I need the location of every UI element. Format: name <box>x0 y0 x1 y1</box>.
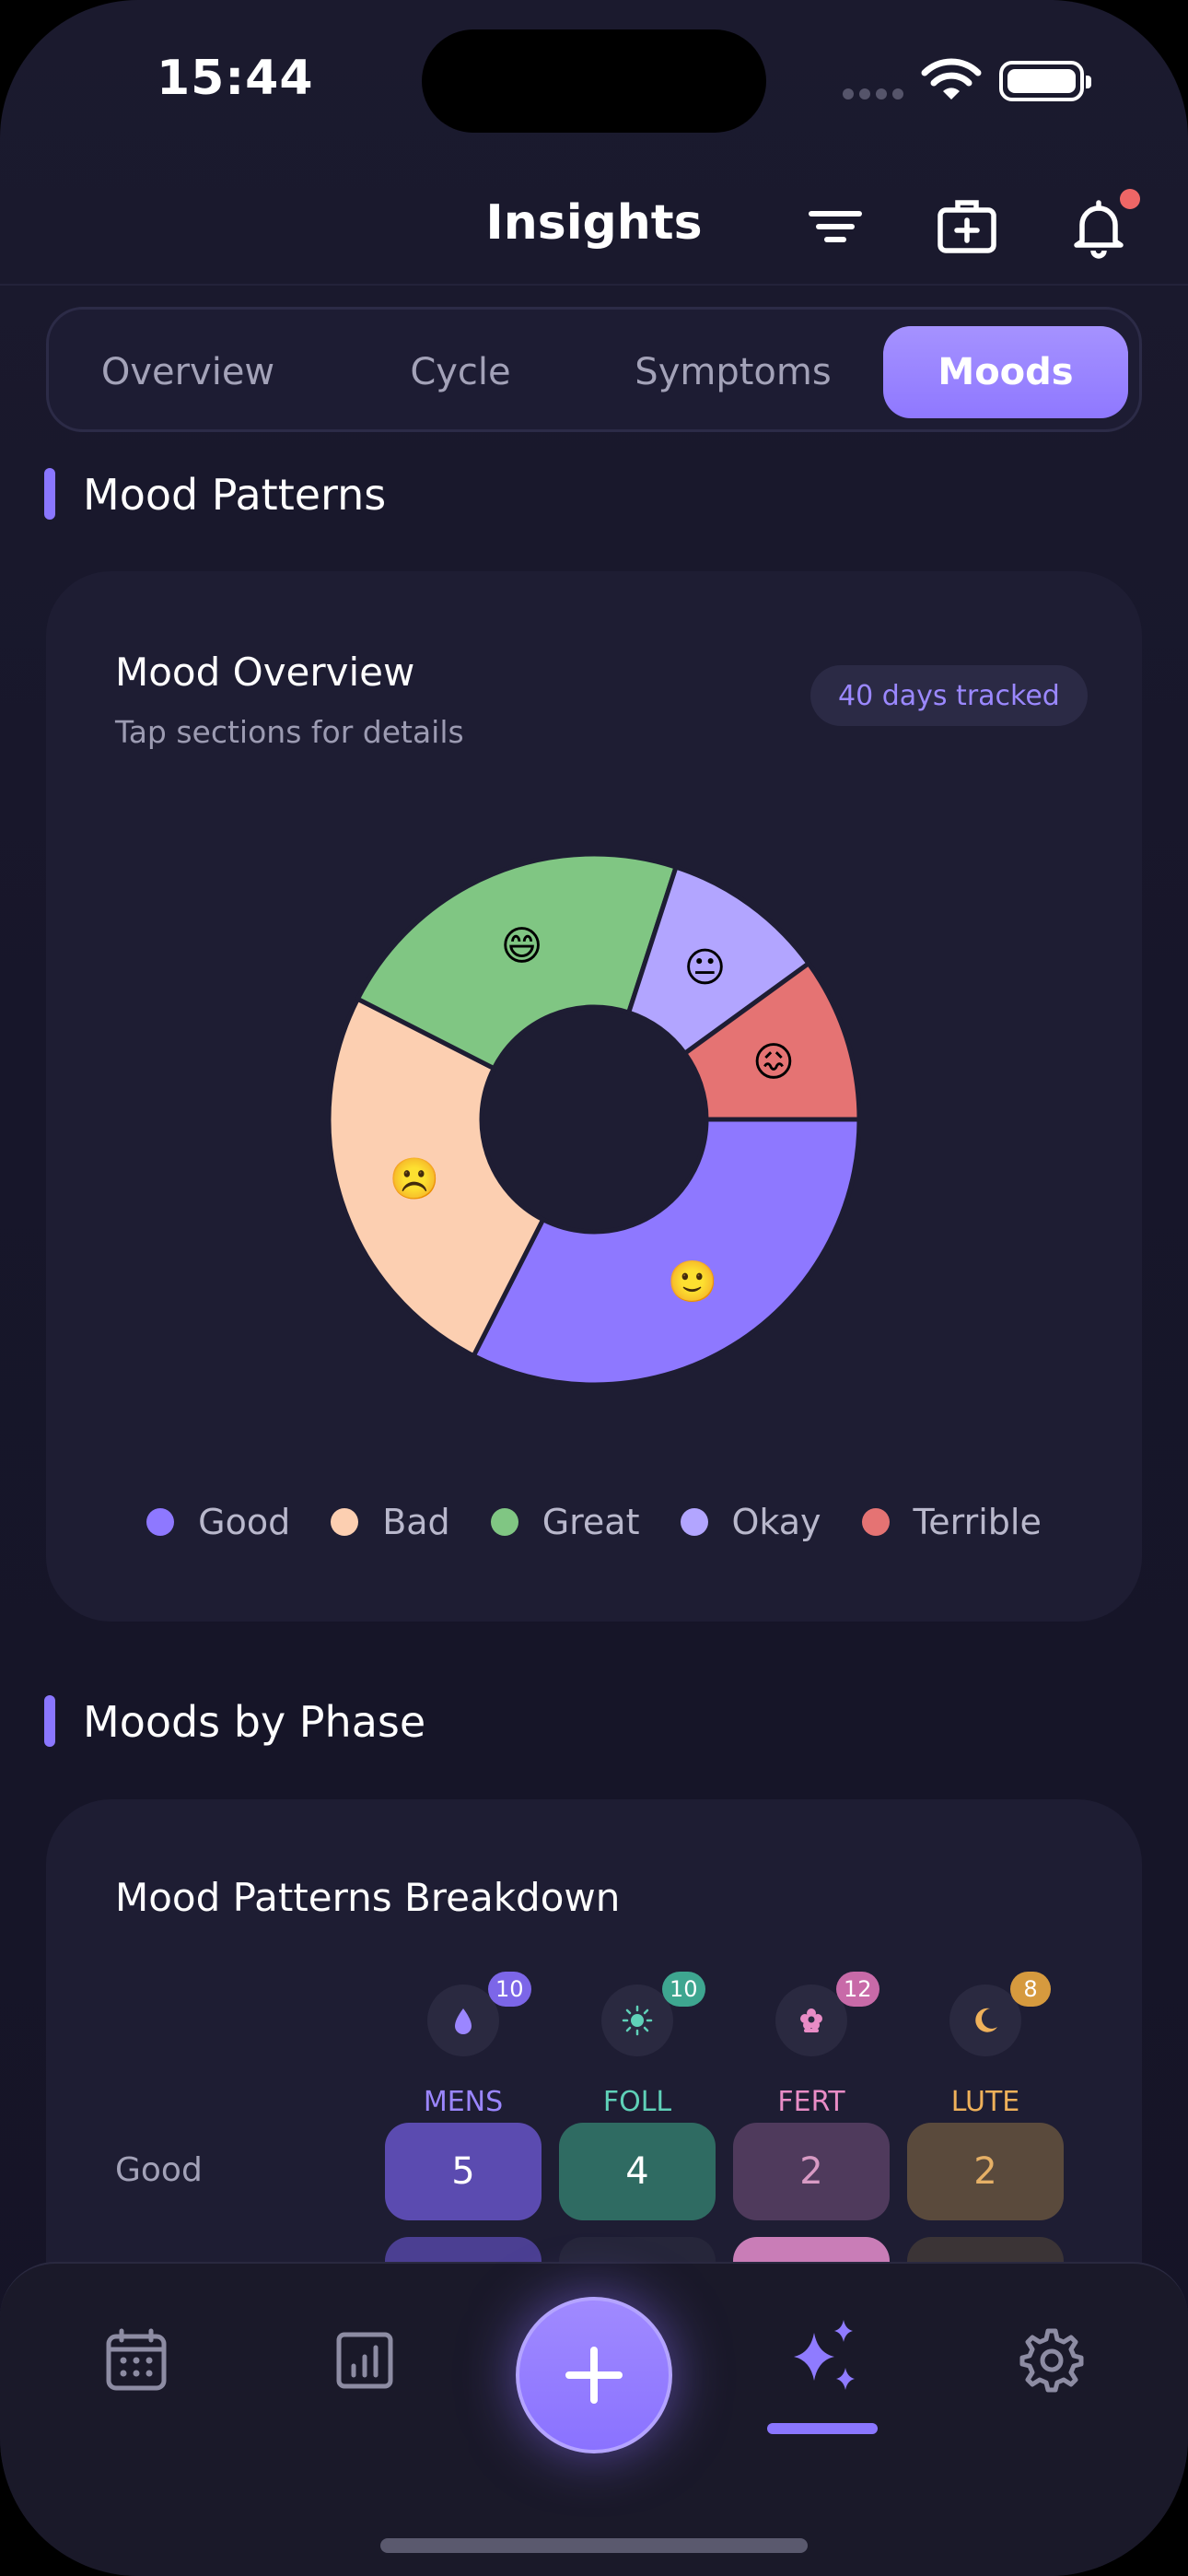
phase-label: FOLL <box>602 2086 672 2118</box>
days-tracked-badge: 40 days tracked <box>810 665 1088 726</box>
card-title: Mood Overview <box>115 650 415 695</box>
section-accent-bar <box>44 468 55 520</box>
insights-tabs: Overview Cycle Symptoms Moods <box>46 307 1142 432</box>
phase-count-badge: 12 <box>836 1972 879 2007</box>
phase-count-badge: 10 <box>488 1972 531 2007</box>
mood-emoji-icon: 🙂 <box>668 1259 718 1306</box>
signal-icon <box>843 86 909 103</box>
legend-swatch <box>146 1508 175 1536</box>
section-title: Mood Patterns <box>83 470 387 520</box>
donut-slice-good[interactable] <box>470 1117 861 1387</box>
legend-item-great[interactable]: Great <box>490 1502 640 1542</box>
phase-label: MENS <box>423 2086 504 2118</box>
breakdown-cell-good-mens[interactable]: 5 <box>385 2123 542 2220</box>
phase-label: LUTE <box>950 2086 1020 2118</box>
add-entry-button[interactable] <box>516 2297 672 2453</box>
tab-overview[interactable]: Overview <box>65 326 310 418</box>
gear-icon[interactable] <box>1015 2324 1089 2397</box>
add-icon <box>565 2347 623 2404</box>
active-tab-indicator <box>767 2423 878 2434</box>
legend-swatch <box>861 1508 890 1536</box>
tab-symptoms[interactable]: Symptoms <box>611 326 856 418</box>
sparkles-icon[interactable] <box>783 2314 866 2397</box>
legend-swatch <box>331 1508 359 1536</box>
chart-icon[interactable] <box>328 2324 402 2397</box>
legend-label: Okay <box>731 1502 821 1542</box>
section-title: Moods by Phase <box>83 1697 426 1747</box>
phone-screen: 15:44 Insights Overview Cycle Symptoms M… <box>0 0 1188 2576</box>
status-bar: 15:44 <box>0 0 1188 166</box>
status-time: 15:44 <box>157 51 314 106</box>
legend-item-bad[interactable]: Bad <box>331 1502 450 1542</box>
mood-emoji-icon: 😄 <box>501 923 543 970</box>
filter-icon[interactable] <box>802 193 868 260</box>
legend-swatch <box>680 1508 708 1536</box>
breakdown-cell-good-foll[interactable]: 4 <box>559 2123 716 2220</box>
notification-badge <box>1120 189 1140 209</box>
phase-label: FERT <box>777 2086 845 2118</box>
legend-item-good[interactable]: Good <box>146 1502 290 1542</box>
legend-item-okay[interactable]: Okay <box>680 1502 821 1542</box>
phase-count-badge: 10 <box>662 1972 705 2007</box>
phase-count-badge: 8 <box>1010 1972 1051 2007</box>
row-label: Good <box>115 2151 203 2189</box>
tab-cycle[interactable]: Cycle <box>338 326 583 418</box>
page-title: Insights <box>485 195 703 251</box>
breakdown-cell-good-fert[interactable]: 2 <box>733 2123 890 2220</box>
legend-label: Good <box>198 1502 291 1542</box>
legend-item-terrible[interactable]: Terrible <box>861 1502 1042 1542</box>
chart-legend: Good Bad Great Okay Terrible <box>0 1502 1188 1542</box>
mood-emoji-icon: ☹️ <box>390 1155 440 1202</box>
bottom-navigation <box>0 2262 1188 2576</box>
mood-emoji-icon: 😐 <box>684 944 727 991</box>
card-subtitle: Tap sections for details <box>115 714 464 750</box>
battery-icon <box>999 61 1091 101</box>
mood-emoji-icon: 😖 <box>752 1039 795 1086</box>
legend-label: Terrible <box>913 1502 1042 1542</box>
medical-kit-icon[interactable] <box>934 193 1000 260</box>
app-header: Insights <box>0 166 1188 286</box>
tab-moods[interactable]: Moods <box>883 326 1128 418</box>
section-accent-bar <box>44 1695 55 1747</box>
legend-swatch <box>490 1508 518 1536</box>
legend-label: Great <box>542 1502 640 1542</box>
legend-label: Bad <box>382 1502 450 1542</box>
mood-donut-chart: 🙂 ☹️ 😄 😐 😖 <box>327 852 861 1387</box>
home-indicator <box>380 2538 808 2553</box>
calendar-icon[interactable] <box>99 2324 173 2397</box>
card-title: Mood Patterns Breakdown <box>115 1875 621 1920</box>
wifi-icon <box>921 58 982 100</box>
breakdown-cell-good-lute[interactable]: 2 <box>907 2123 1064 2220</box>
dynamic-island <box>422 29 766 133</box>
